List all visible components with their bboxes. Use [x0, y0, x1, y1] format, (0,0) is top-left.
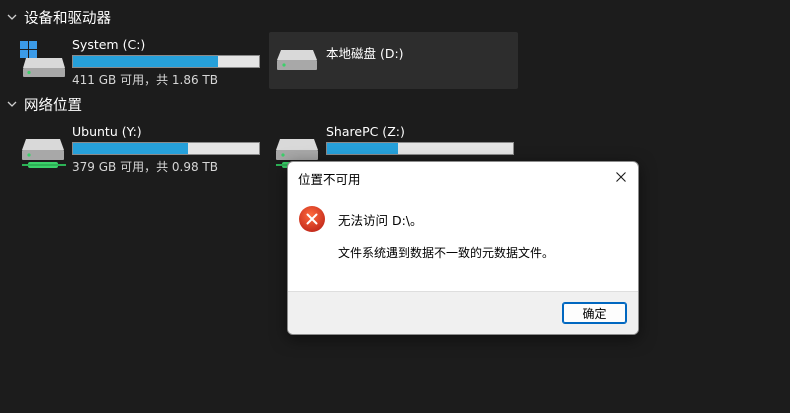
section-header-network[interactable]: 网络位置: [6, 93, 82, 115]
drive-usage-bar: [72, 142, 260, 155]
dialog-footer: 确定: [288, 291, 638, 334]
drive-space-info: 411 GB 可用，共 1.86 TB: [72, 73, 218, 87]
close-icon[interactable]: [604, 162, 638, 192]
drive-space-info: 379 GB 可用，共 0.98 TB: [72, 160, 218, 174]
chevron-down-icon[interactable]: [6, 11, 18, 23]
drive-usage-fill: [327, 143, 398, 154]
drive-d[interactable]: 本地磁盘 (D:): [269, 32, 518, 89]
dialog-title: 位置不可用: [298, 172, 361, 187]
hard-drive-icon: [275, 38, 323, 82]
drive-name: System (C:): [72, 37, 146, 52]
location-unavailable-dialog: 位置不可用 无法访问 D:\。 文件系统遇到数据不一致的元数据文件。 确定: [287, 161, 639, 335]
section-title-network: 网络位置: [24, 97, 82, 114]
section-title-devices: 设备和驱动器: [24, 10, 111, 27]
error-icon: [298, 205, 326, 233]
drive-usage-fill: [73, 56, 219, 67]
windows-drive-icon: [20, 38, 68, 82]
drive-y[interactable]: Ubuntu (Y:) 379 GB 可用，共 0.98 TB: [20, 121, 270, 181]
drive-usage-fill: [73, 143, 189, 154]
ok-button[interactable]: 确定: [562, 302, 627, 324]
dialog-body: 无法访问 D:\。 文件系统遇到数据不一致的元数据文件。: [288, 192, 638, 290]
drive-usage-bar: [72, 55, 260, 68]
dialog-message: 无法访问 D:\。: [338, 213, 423, 228]
drive-c[interactable]: System (C:) 411 GB 可用，共 1.86 TB: [20, 34, 270, 94]
chevron-down-icon[interactable]: [6, 98, 18, 110]
drive-name: SharePC (Z:): [326, 124, 405, 139]
dialog-titlebar[interactable]: 位置不可用: [288, 162, 638, 192]
section-header-devices[interactable]: 设备和驱动器: [6, 6, 111, 28]
drive-name: Ubuntu (Y:): [72, 124, 142, 139]
dialog-detail: 文件系统遇到数据不一致的元数据文件。: [338, 246, 555, 260]
network-drive-icon: [20, 125, 68, 169]
drive-name: 本地磁盘 (D:): [326, 46, 404, 61]
drive-usage-bar: [326, 142, 514, 155]
